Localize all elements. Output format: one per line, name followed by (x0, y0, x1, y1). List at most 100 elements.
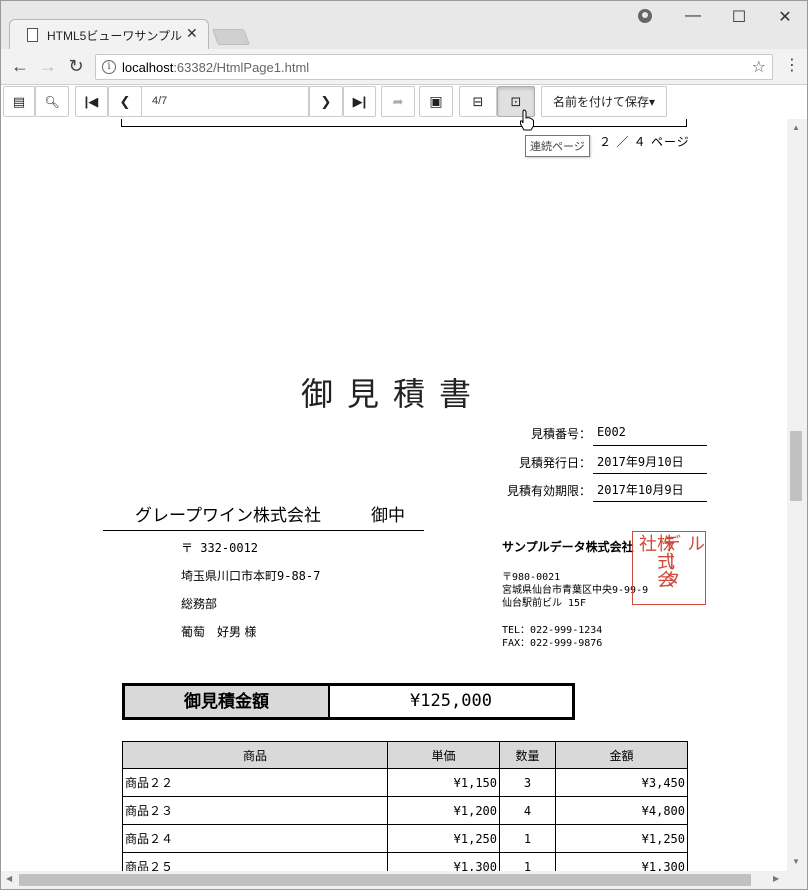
table-row: 商品２５ ¥1,300 1 ¥1,300 (122, 852, 688, 871)
client-address: 埼玉県川口市本町9-88-7 (181, 569, 321, 583)
print-icon: ▣ (429, 93, 443, 109)
cell-item: 商品２４ (122, 824, 388, 853)
header-unit-price: 単価 (387, 741, 500, 769)
valid-until-value: 2017年10月9日 (593, 475, 707, 502)
scroll-down-icon[interactable]: ▼ (792, 857, 800, 866)
chevron-left-icon: ❮ (119, 93, 131, 109)
prev-page-button[interactable]: ❮ (108, 86, 142, 117)
cell-amount: ¥1,300 (555, 852, 688, 871)
company-address-1: 宮城県仙台市青葉区中央9-99-9 (502, 585, 649, 596)
table-row: 商品２３ ¥1,200 4 ¥4,800 (122, 796, 688, 825)
cell-unit-price: ¥1,250 (387, 824, 500, 853)
header-amount: 金額 (555, 741, 688, 769)
back-button[interactable]: ← (9, 55, 31, 77)
first-page-button[interactable]: |◀ (75, 86, 108, 117)
stamp-text-1: サンプル (684, 534, 705, 588)
company-seal-stamp: サンプル データ 株式会社 (632, 531, 706, 605)
last-page-button[interactable]: ▶| (343, 86, 376, 117)
stamp-text-3: 株式会社 (636, 534, 675, 588)
chevron-down-icon: ▾ (648, 94, 656, 109)
document-viewport[interactable]: ２ ／ ４ ページ 連続ページ 御見積書 見積番号： E002 見積発行日： 2… (1, 119, 787, 871)
outline-icon: ▤ (12, 93, 26, 109)
client-name: グレープワイン株式会社 (135, 506, 321, 525)
minimize-button[interactable]: — (683, 7, 703, 25)
total-amount-value: ¥125,000 (410, 691, 492, 711)
chevron-right-icon: ❯ (320, 93, 332, 109)
total-amount-box: 御見積金額 ¥125,000 (122, 683, 575, 720)
site-info-icon[interactable]: i (102, 60, 116, 74)
company-tel: TEL：022-999-1234 (502, 625, 603, 636)
document-icon (27, 28, 38, 42)
bookmark-star-icon[interactable]: ☆ (752, 57, 766, 77)
browser-menu-icon[interactable]: ⋮ (784, 55, 800, 75)
scroll-right-icon[interactable]: ▶ (773, 874, 779, 883)
cell-amount: ¥3,450 (555, 768, 688, 797)
client-person: 葡萄 好男 様 (181, 625, 257, 639)
outline-button[interactable]: ▤ (3, 86, 35, 117)
title-bar: HTML5ビューワサンプル ✕ — ☐ ✕ (1, 1, 807, 49)
scroll-left-icon[interactable]: ◀ (6, 874, 12, 883)
table-row: 商品２２ ¥1,150 3 ¥3,450 (122, 768, 688, 797)
reload-button[interactable]: ↻ (65, 55, 87, 77)
page-indicator: ２ ／ ４ ページ (599, 135, 690, 149)
client-postal: 〒 332-0012 (181, 541, 259, 555)
page-number-input[interactable]: 4/7 (141, 86, 309, 117)
cell-amount: ¥4,800 (555, 796, 688, 825)
vertical-scrollbar[interactable]: ▲ ▼ (787, 119, 807, 871)
close-window-button[interactable]: ✕ (775, 7, 795, 27)
single-page-button[interactable]: ⊟ (459, 86, 497, 117)
browser-window: HTML5ビューワサンプル ✕ — ☐ ✕ ← → ↻ i localhost:… (0, 0, 808, 890)
cell-item: 商品２３ (122, 796, 388, 825)
share-button[interactable]: ➦ (381, 86, 415, 117)
company-fax: FAX：022-999-9876 (502, 638, 603, 649)
cell-unit-price: ¥1,200 (387, 796, 500, 825)
cell-item: 商品２２ (122, 768, 388, 797)
navigation-bar: ← → ↻ i localhost:63382/HtmlPage1.html ☆ (1, 49, 807, 85)
new-tab-button[interactable] (212, 29, 250, 45)
previous-page-frame (121, 119, 687, 127)
profile-icon[interactable] (638, 9, 652, 23)
issue-date-value: 2017年9月10日 (593, 447, 707, 474)
items-table: 商品 単価 数量 金額 商品２２ ¥1,150 3 ¥3,450 商品２３ ¥1… (122, 741, 688, 871)
client-honorific: 御中 (371, 506, 405, 525)
url-text: localhost:63382/HtmlPage1.html (122, 60, 309, 75)
horizontal-scroll-thumb[interactable] (19, 874, 751, 886)
cell-qty: 4 (499, 796, 556, 825)
search-icon: 🔍︎ (44, 94, 60, 109)
tab-title: HTML5ビューワサンプル (47, 29, 182, 43)
url-host: localhost (122, 60, 174, 75)
client-heading: グレープワイン株式会社 御中 (103, 499, 424, 531)
issue-date-label: 見積発行日： (518, 456, 591, 470)
browser-tab[interactable]: HTML5ビューワサンプル ✕ (9, 19, 209, 49)
address-bar[interactable]: i localhost:63382/HtmlPage1.html ☆ (95, 54, 773, 80)
horizontal-scrollbar[interactable]: ◀ ▶ (1, 871, 807, 889)
table-row: 商品２４ ¥1,250 1 ¥1,250 (122, 824, 688, 853)
cell-qty: 1 (499, 852, 556, 871)
document-title: 御見積書 (301, 375, 486, 413)
tab-close-icon[interactable]: ✕ (186, 25, 198, 42)
header-qty: 数量 (499, 741, 556, 769)
next-page-button[interactable]: ❯ (309, 86, 343, 117)
scroll-up-icon[interactable]: ▲ (792, 123, 800, 132)
continuous-page-icon: ⊡ (510, 93, 522, 109)
cell-amount: ¥1,250 (555, 824, 688, 853)
total-amount-label: 御見積金額 (125, 686, 330, 717)
url-path: :63382/HtmlPage1.html (173, 60, 310, 75)
hand-cursor-icon (520, 109, 534, 131)
cell-unit-price: ¥1,150 (387, 768, 500, 797)
forward-button[interactable]: → (37, 55, 59, 77)
cell-qty: 3 (499, 768, 556, 797)
save-as-dropdown[interactable]: 名前を付けて保存 ▾ (541, 86, 667, 117)
cell-qty: 1 (499, 824, 556, 853)
print-button[interactable]: ▣ (419, 86, 453, 117)
search-button[interactable]: 🔍︎ (35, 86, 69, 117)
maximize-button[interactable]: ☐ (729, 7, 749, 27)
vertical-scroll-thumb[interactable] (790, 431, 802, 501)
client-department: 総務部 (181, 597, 218, 611)
valid-until-label: 見積有効期限： (506, 484, 591, 498)
last-page-icon: ▶| (352, 93, 367, 109)
estimate-number-label: 見積番号： (530, 427, 591, 441)
company-name: サンプルデータ株式会社 (502, 540, 634, 554)
single-page-icon: ⊟ (472, 93, 484, 109)
save-as-label: 名前を付けて保存 (552, 95, 649, 109)
